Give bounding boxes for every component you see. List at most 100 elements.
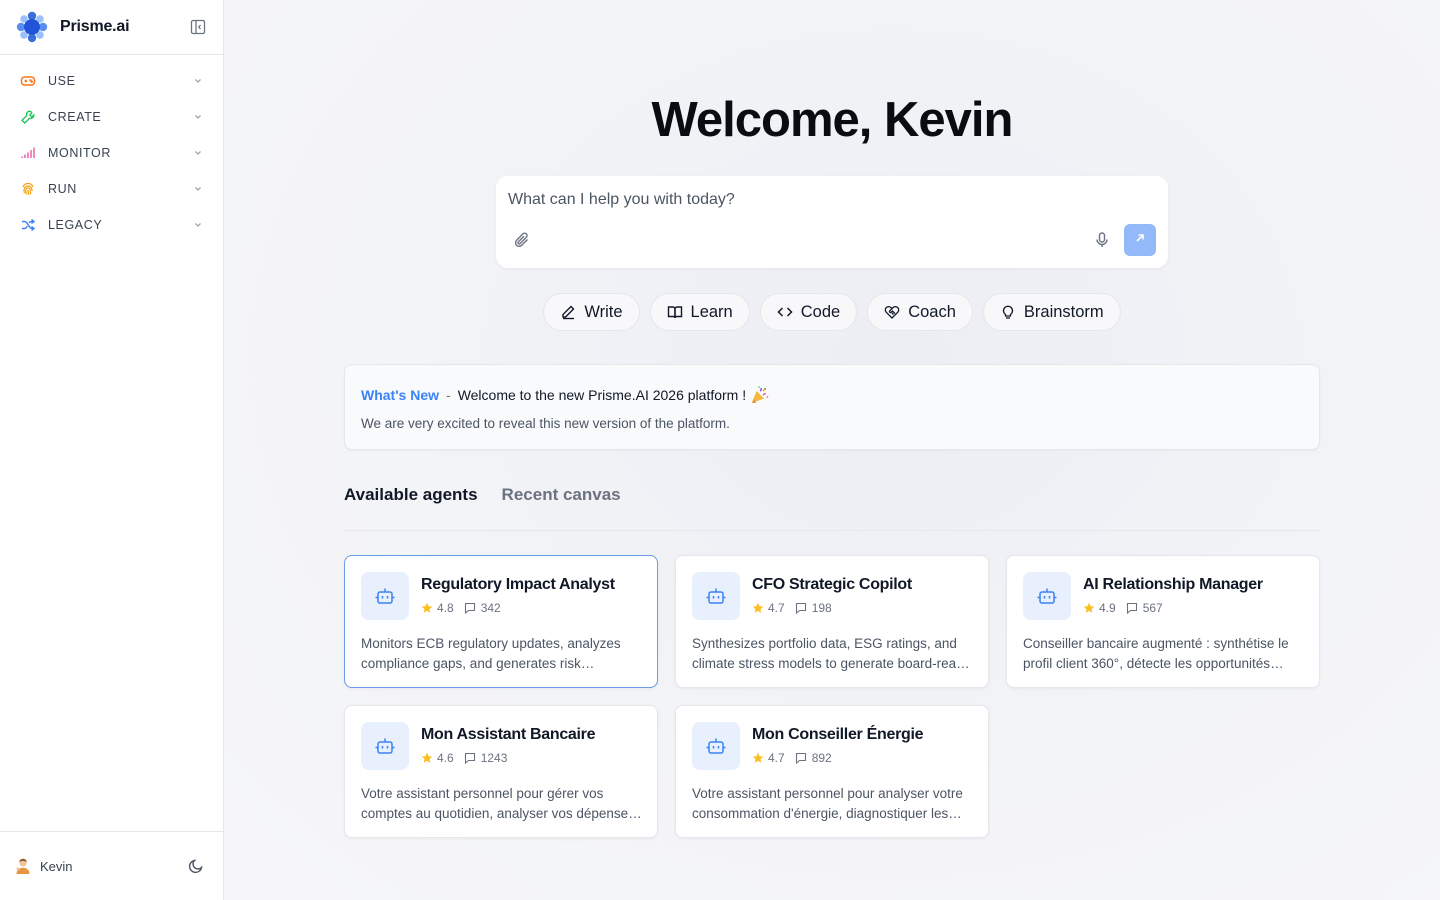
chip-coach[interactable]: Coach <box>867 293 973 331</box>
user-name: Kevin <box>40 858 73 874</box>
agent-description: Conseiller bancaire augmenté : synthétis… <box>1023 636 1289 671</box>
agent-rating: 4.8 <box>437 601 454 615</box>
agent-name: AI Relationship Manager <box>1083 576 1263 593</box>
star-icon <box>1083 602 1095 614</box>
robot-icon <box>361 572 409 620</box>
agent-description: Votre assistant personnel pour gérer vos… <box>361 786 635 821</box>
robot-icon <box>692 722 740 770</box>
agent-name: Regulatory Impact Analyst <box>421 576 615 593</box>
agent-description: Synthesizes portfolio data, ESG ratings,… <box>692 636 971 671</box>
chevron-down-icon <box>193 148 203 158</box>
tab-bar: Available agents Recent canvas <box>344 484 1320 531</box>
news-tag: What's New <box>361 387 440 403</box>
code-icon <box>777 304 793 320</box>
agent-meta: 4.9 567 <box>1083 601 1163 615</box>
lightbulb-icon <box>1000 304 1016 320</box>
robot-icon <box>361 722 409 770</box>
agent-comments: 892 <box>811 751 832 765</box>
chip-learn[interactable]: Learn <box>649 293 750 331</box>
news-separator: - <box>446 387 451 403</box>
agent-name: Mon Assistant Bancaire <box>421 726 596 743</box>
agent-rating: 4.6 <box>437 751 454 765</box>
sidebar-item-legacy[interactable]: LEGACY <box>0 207 223 243</box>
paperclip-icon[interactable] <box>513 231 531 249</box>
comment-icon <box>464 752 476 765</box>
moon-icon[interactable] <box>187 857 205 875</box>
wrench-icon <box>20 109 36 125</box>
agent-meta: 4.7 198 <box>752 601 832 615</box>
app-name: Prisme.ai <box>60 18 130 35</box>
agent-card[interactable]: Mon Assistant Bancaire 4.6 1243 Votre as… <box>344 705 658 838</box>
chip-write[interactable]: Write <box>543 293 640 331</box>
gamepad-icon <box>20 73 36 89</box>
send-button[interactable] <box>1124 224 1156 256</box>
agent-description: Votre assistant personnel pour analyser … <box>692 786 963 821</box>
comment-icon <box>795 602 807 615</box>
sidebar-collapse-icon[interactable] <box>189 18 207 36</box>
main-content: Welcome, Kevin Write Learn Code <box>224 0 1440 900</box>
whats-new-banner[interactable]: What's New - Welcome to the new Prisme.A… <box>344 364 1320 450</box>
comment-icon <box>1126 602 1138 615</box>
chevron-down-icon <box>193 184 203 194</box>
sidebar-header: Prisme.ai <box>0 0 223 55</box>
agent-card[interactable]: Regulatory Impact Analyst 4.8 342 Monito… <box>344 555 658 688</box>
agent-name: CFO Strategic Copilot <box>752 576 912 593</box>
star-icon <box>752 602 764 614</box>
sidebar-item-use[interactable]: USE <box>0 63 223 99</box>
page-title: Welcome, Kevin <box>651 93 1014 147</box>
news-description: We are very excited to reveal this new v… <box>361 416 730 431</box>
chip-code[interactable]: Code <box>759 293 858 331</box>
agent-card[interactable]: CFO Strategic Copilot 4.7 198 Synthesize… <box>675 555 989 688</box>
avatar[interactable] <box>14 857 32 875</box>
sidebar-item-monitor[interactable]: MONITOR <box>0 135 223 171</box>
agent-description: Monitors ECB regulatory updates, analyze… <box>361 636 621 671</box>
prisme-logo-icon[interactable] <box>16 11 48 43</box>
agent-meta: 4.6 1243 <box>421 751 507 765</box>
agent-rating: 4.7 <box>768 751 785 765</box>
robot-icon <box>692 572 740 620</box>
chip-brainstorm[interactable]: Brainstorm <box>982 293 1121 331</box>
agent-card[interactable]: Mon Conseiller Énergie 4.7 892 Votre ass… <box>675 705 989 838</box>
book-icon <box>667 304 683 320</box>
sidebar-item-label: CREATE <box>48 110 102 124</box>
microphone-icon[interactable] <box>1093 231 1111 249</box>
sidebar-item-run[interactable]: RUN <box>0 171 223 207</box>
prompt-box <box>496 176 1168 268</box>
comment-icon <box>464 602 476 615</box>
star-icon <box>421 602 433 614</box>
agent-comments: 1243 <box>480 751 508 765</box>
prompt-input[interactable] <box>508 188 1108 212</box>
agent-card[interactable]: AI Relationship Manager 4.9 567 Conseill… <box>1006 555 1320 688</box>
arrow-up-right-icon <box>1134 231 1146 249</box>
chevron-down-icon <box>193 220 203 230</box>
agent-name: Mon Conseiller Énergie <box>752 726 924 743</box>
chip-label: Coach <box>908 302 956 321</box>
chip-label: Brainstorm <box>1023 302 1104 321</box>
comment-icon <box>795 752 807 765</box>
sidebar-nav: USE CREATE MONITOR RUN LEGACY <box>0 55 223 243</box>
sidebar-item-label: MONITOR <box>48 146 111 160</box>
chip-label: Code <box>800 302 841 321</box>
tab-recent-canvas[interactable]: Recent canvas <box>502 484 621 530</box>
agent-comments: 342 <box>480 601 501 615</box>
agent-rating: 4.9 <box>1099 601 1116 615</box>
chevron-down-icon <box>193 112 203 122</box>
pencil-icon <box>560 304 576 320</box>
news-headline: What's New - Welcome to the new Prisme.A… <box>361 385 770 405</box>
sidebar: Prisme.ai USE CREATE MONITOR RUN LEGACY … <box>0 0 224 900</box>
star-icon <box>421 752 433 764</box>
shuffle-icon <box>20 217 36 233</box>
agent-comments: 567 <box>1142 601 1163 615</box>
quick-actions: Write Learn Code Coach Brainstorm <box>224 293 1440 331</box>
sidebar-item-label: LEGACY <box>48 218 103 232</box>
agent-meta: 4.7 892 <box>752 751 832 765</box>
agent-comments: 198 <box>811 601 832 615</box>
news-title: Welcome to the new Prisme.AI 2026 platfo… <box>457 387 747 403</box>
chip-label: Learn <box>690 302 733 321</box>
sidebar-item-label: RUN <box>48 182 77 196</box>
chevron-down-icon <box>193 76 203 86</box>
tab-available-agents[interactable]: Available agents <box>344 484 478 530</box>
agent-rating: 4.7 <box>768 601 785 615</box>
fingerprint-icon <box>20 181 36 197</box>
sidebar-item-create[interactable]: CREATE <box>0 99 223 135</box>
